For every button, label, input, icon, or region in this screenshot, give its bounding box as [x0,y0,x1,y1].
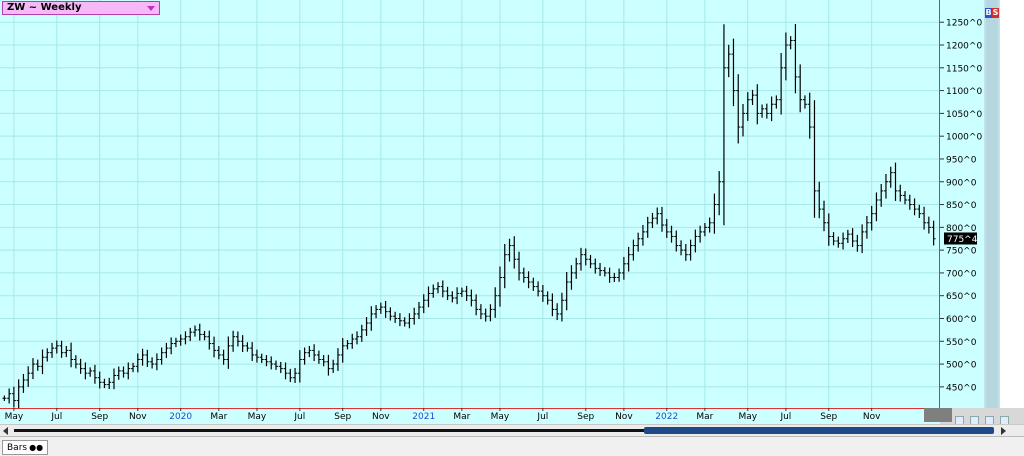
x-tick-label: 2021 [412,412,435,422]
y-tick-label: 550^0 [946,338,977,348]
symbol-selector[interactable]: ZW ~ Weekly [2,1,160,15]
y-tick-label: 1150^0 [946,64,982,74]
y-tick-label: 700^0 [946,269,977,279]
scroll-thumb[interactable] [644,427,994,434]
x-tick-label: Nov [615,412,633,422]
sell-button[interactable]: S [992,8,999,18]
x-tick-label: Mar [453,412,470,422]
buy-button[interactable]: B [985,8,992,18]
y-tick-label: 850^0 [946,201,977,211]
bottom-tab-bar: Bars ●● [0,436,1024,456]
x-tick-label: Mar [210,412,227,422]
y-tick-label: 1200^0 [946,42,982,52]
y-tick-label: 1250^0 [946,19,982,29]
x-tick-label: May [5,412,24,422]
scroll-left-icon[interactable] [3,427,8,435]
dropdown-arrow-icon[interactable] [147,6,155,11]
y-tick-label: 1000^0 [946,133,982,143]
x-tick-label: Jul [779,412,791,422]
y-tick-label: 1050^0 [946,110,982,120]
x-tick-label: May [491,412,510,422]
x-tick-label: Nov [863,412,881,422]
y-tick-label: 450^0 [946,383,977,393]
x-tick-label: Jul [536,412,548,422]
x-tick-label: 2022 [655,412,678,422]
y-tick-label: 750^0 [946,247,977,257]
x-tick-label: Sep [577,412,594,422]
x-tick-label: Nov [372,412,390,422]
horizontal-scrollbar[interactable] [0,424,1024,436]
x-tick-label: May [738,412,757,422]
x-tick-label: May [248,412,267,422]
scroll-right-icon[interactable] [1001,427,1006,435]
last-price-label: 775^4 [947,235,978,245]
buy-sell-buttons: BS [985,8,999,18]
symbol-label: ZW ~ Weekly [7,2,82,13]
x-tick-label: Jul [293,412,305,422]
chart-window: 450^0 500^0 550^0 600^0 650^0 700^0 750^0 800^0… [0,0,1024,456]
link-icon: ●● [29,443,44,452]
x-tick-label: Sep [91,412,108,422]
y-tick-label: 1100^0 [946,87,982,97]
y-tick-label: 950^0 [946,155,977,165]
x-tick-label: Sep [334,412,351,422]
y-tick-label: 650^0 [946,292,977,302]
x-tick-label: Sep [820,412,837,422]
bars-tab-label: Bars [7,443,28,453]
bars-tab[interactable]: Bars ●● [2,440,49,455]
x-tick-label: Nov [129,412,147,422]
y-tick-label: 800^0 [946,224,977,234]
price-chart: 450^0 500^0 550^0 600^0 650^0 700^0 750^0 800^0… [0,0,982,422]
x-tick-label: Mar [696,412,713,422]
y-tick-label: 500^0 [946,361,977,371]
right-edge [1000,0,1024,408]
x-tick-label: Jul [50,412,62,422]
y-tick-label: 600^0 [946,315,977,325]
toolbar-icons [955,410,1024,444]
x-tick-label: 2020 [169,412,192,422]
y-tick-label: 900^0 [946,178,977,188]
